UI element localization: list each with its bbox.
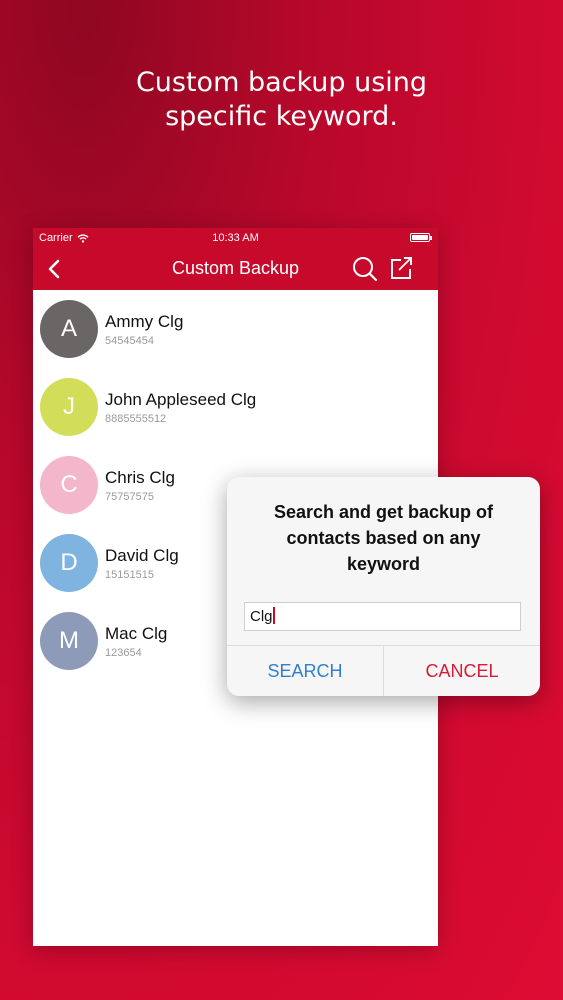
list-item[interactable]: A Ammy Clg 54545454 (33, 290, 438, 368)
wifi-icon (77, 233, 89, 243)
carrier-label: Carrier (39, 232, 73, 244)
search-button[interactable]: SEARCH (227, 646, 383, 696)
status-time: 10:33 AM (212, 232, 259, 244)
contact-name: David Clg (105, 546, 179, 565)
dialog-message-line-2: contacts based on any (286, 528, 481, 548)
contact-number: 8885555512 (105, 413, 167, 425)
promo-heading: Custom backup using specific keyword. (0, 66, 563, 134)
dialog-message: Search and get backup of contacts based … (237, 499, 530, 577)
contact-name: Mac Clg (105, 624, 168, 643)
contact-name: Chris Clg (105, 468, 175, 487)
contact-name: John Appleseed Clg (105, 390, 257, 409)
cancel-button[interactable]: CANCEL (384, 646, 540, 696)
contact-number: 123654 (105, 647, 142, 659)
contact-number: 15151515 (105, 569, 154, 581)
keyword-input[interactable]: Clg (244, 602, 521, 631)
list-item[interactable]: J John Appleseed Clg 8885555512 (33, 368, 438, 446)
promo-line-1: Custom backup using (135, 67, 428, 98)
carrier-group: Carrier (39, 232, 89, 244)
keyword-search-dialog: Search and get backup of contacts based … (227, 477, 540, 696)
dialog-message-line-1: Search and get backup of (273, 502, 494, 522)
keyword-input-value: Clg (250, 608, 273, 625)
search-icon[interactable] (351, 255, 379, 283)
promo-line-2: specific keyword. (165, 101, 398, 132)
avatar: C (40, 456, 98, 514)
avatar: D (40, 534, 98, 592)
avatar: J (40, 378, 98, 436)
avatar: M (40, 612, 98, 670)
text-caret (272, 607, 275, 624)
status-bar: Carrier 10:33 AM (33, 228, 438, 248)
back-chevron-icon[interactable] (41, 256, 67, 282)
contact-name: Ammy Clg (105, 312, 184, 331)
contact-number: 54545454 (105, 335, 154, 347)
battery-icon (410, 233, 432, 242)
contact-number: 75757575 (105, 491, 154, 503)
avatar: A (40, 300, 98, 358)
share-icon[interactable] (387, 254, 415, 282)
nav-bar: Custom Backup (33, 248, 438, 290)
dialog-message-line-3: keyword (346, 554, 421, 574)
